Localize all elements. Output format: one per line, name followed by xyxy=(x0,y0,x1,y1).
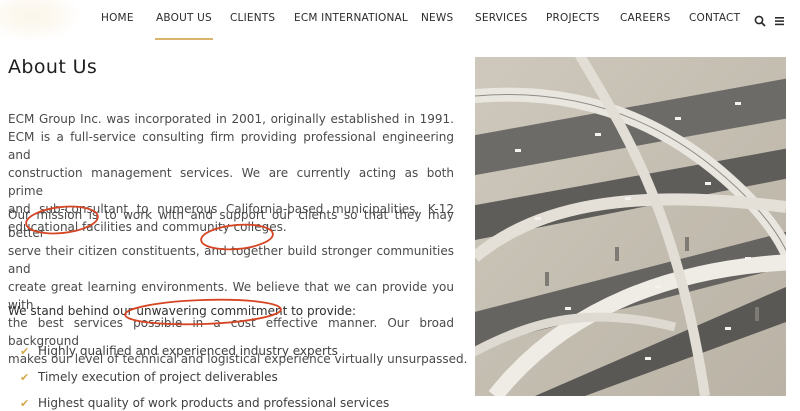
list-item: ✔ Timely execution of project deliverabl… xyxy=(20,364,389,390)
check-icon: ✔ xyxy=(20,396,30,410)
nav-about-us[interactable]: ABOUT US xyxy=(155,12,213,40)
check-icon: ✔ xyxy=(20,344,30,358)
list-item-label: Timely execution of project deliverables xyxy=(38,370,278,384)
nav-contact[interactable]: CONTACT xyxy=(689,12,740,24)
nav-news[interactable]: NEWS xyxy=(421,12,453,24)
hamburger-menu-icon[interactable] xyxy=(774,12,786,26)
nav-home[interactable]: HOME xyxy=(101,12,134,24)
nav-services[interactable]: SERVICES xyxy=(475,12,528,24)
main-nav: HOME ABOUT US CLIENTS ECM INTERNATIONAL … xyxy=(0,0,800,42)
check-icon: ✔ xyxy=(20,370,30,384)
mission-line: Our mission is to work with and support … xyxy=(8,208,454,240)
list-item-label: Highest quality of work products and pro… xyxy=(38,396,390,410)
aerial-freeway-interchange-photo xyxy=(475,57,786,396)
list-item: ✔ Highest quality of work products and p… xyxy=(20,390,389,411)
list-item: ✔ Highly qualified and experienced indus… xyxy=(20,338,389,364)
commitment-list: ✔ Highly qualified and experienced indus… xyxy=(20,338,389,411)
nav-clients[interactable]: CLIENTS xyxy=(230,12,275,24)
intro-line: ECM Group Inc. was incorporated in 2001,… xyxy=(8,112,454,126)
intro-line: ECM is a full-service consulting firm pr… xyxy=(8,130,454,162)
nav-projects[interactable]: PROJECTS xyxy=(546,12,600,24)
mission-line: serve their citizen constituents, and to… xyxy=(8,244,454,276)
commitment-lead: We stand behind our unwavering commitmen… xyxy=(8,304,357,318)
list-item-label: Highly qualified and experienced industr… xyxy=(38,344,338,358)
search-icon[interactable] xyxy=(754,12,766,27)
nav-ecm-international[interactable]: ECM INTERNATIONAL xyxy=(294,12,408,24)
page-title: About Us xyxy=(8,56,98,78)
intro-line: construction management services. We are… xyxy=(8,166,454,198)
nav-careers[interactable]: CAREERS xyxy=(620,12,670,24)
